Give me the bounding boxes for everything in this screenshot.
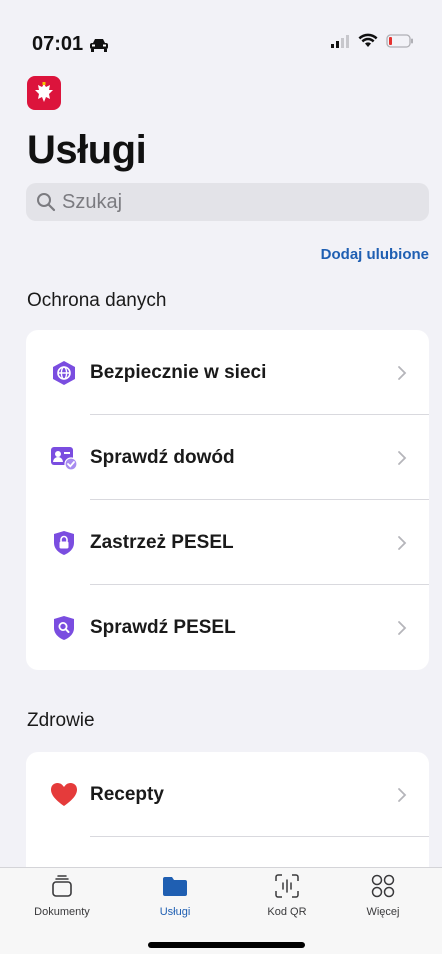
- search-shield-icon: [50, 614, 78, 642]
- search-icon: [36, 192, 56, 212]
- tab-label: Dokumenty: [34, 906, 90, 918]
- tab-wiecej[interactable]: Więcej: [338, 872, 428, 918]
- service-item-sprawdz-dowod[interactable]: Sprawdź dowód: [26, 415, 429, 500]
- page-title: Usługi: [27, 128, 147, 172]
- tab-bar: Dokumenty Usługi Kod QR Więcej: [0, 867, 442, 954]
- search-input[interactable]: Szukaj: [26, 183, 429, 221]
- section-title-health: Zdrowie: [27, 710, 95, 731]
- documents-icon: [46, 872, 78, 900]
- service-item-sprawdz-pesel[interactable]: Sprawdź PESEL: [26, 585, 429, 670]
- id-card-check-icon: [50, 444, 78, 472]
- tab-kod-qr[interactable]: Kod QR: [242, 872, 332, 918]
- clock: 07:01: [32, 33, 84, 55]
- signal-icon: [331, 34, 349, 48]
- service-item-recepty[interactable]: Recepty: [26, 752, 429, 837]
- grid-more-icon: [367, 872, 399, 900]
- chevron-right-icon: [398, 620, 407, 635]
- service-label: Zastrzeż PESEL: [90, 531, 234, 553]
- divider: [90, 836, 429, 837]
- qr-scan-icon: [271, 872, 303, 900]
- service-label: Recepty: [90, 783, 164, 805]
- poland-emblem-icon: [27, 76, 61, 110]
- folder-icon: [159, 872, 191, 900]
- wifi-icon: [358, 33, 378, 47]
- service-label: Bezpiecznie w sieci: [90, 361, 267, 383]
- tab-uslugi[interactable]: Usługi: [130, 872, 220, 918]
- search-placeholder: Szukaj: [62, 190, 123, 213]
- service-label: Sprawdź dowód: [90, 446, 235, 468]
- tab-label: Usługi: [159, 906, 191, 918]
- tab-label: Więcej: [366, 906, 400, 918]
- data-protection-card: Bezpiecznie w sieci Sprawdź dowód Zastrz…: [26, 330, 429, 670]
- lock-shield-icon: [50, 529, 78, 557]
- globe-shield-icon: [50, 359, 78, 387]
- tab-label: Kod QR: [267, 906, 307, 918]
- tab-dokumenty[interactable]: Dokumenty: [17, 872, 107, 918]
- heart-icon: [50, 781, 78, 809]
- chevron-right-icon: [398, 787, 407, 802]
- chevron-right-icon: [398, 365, 407, 380]
- add-favorites-link[interactable]: Dodaj ulubione: [321, 246, 429, 263]
- home-indicator[interactable]: [148, 942, 305, 948]
- service-label: Sprawdź PESEL: [90, 616, 236, 638]
- battery-icon: [386, 33, 413, 48]
- chevron-right-icon: [398, 535, 407, 550]
- section-title-data-protection: Ochrona danych: [27, 290, 167, 311]
- chevron-right-icon: [398, 450, 407, 465]
- car-icon: [90, 38, 109, 52]
- status-bar: 07:01: [0, 0, 442, 60]
- service-item-bezpiecznie-w-sieci[interactable]: Bezpiecznie w sieci: [26, 330, 429, 415]
- service-item-zastrzez-pesel[interactable]: Zastrzeż PESEL: [26, 500, 429, 585]
